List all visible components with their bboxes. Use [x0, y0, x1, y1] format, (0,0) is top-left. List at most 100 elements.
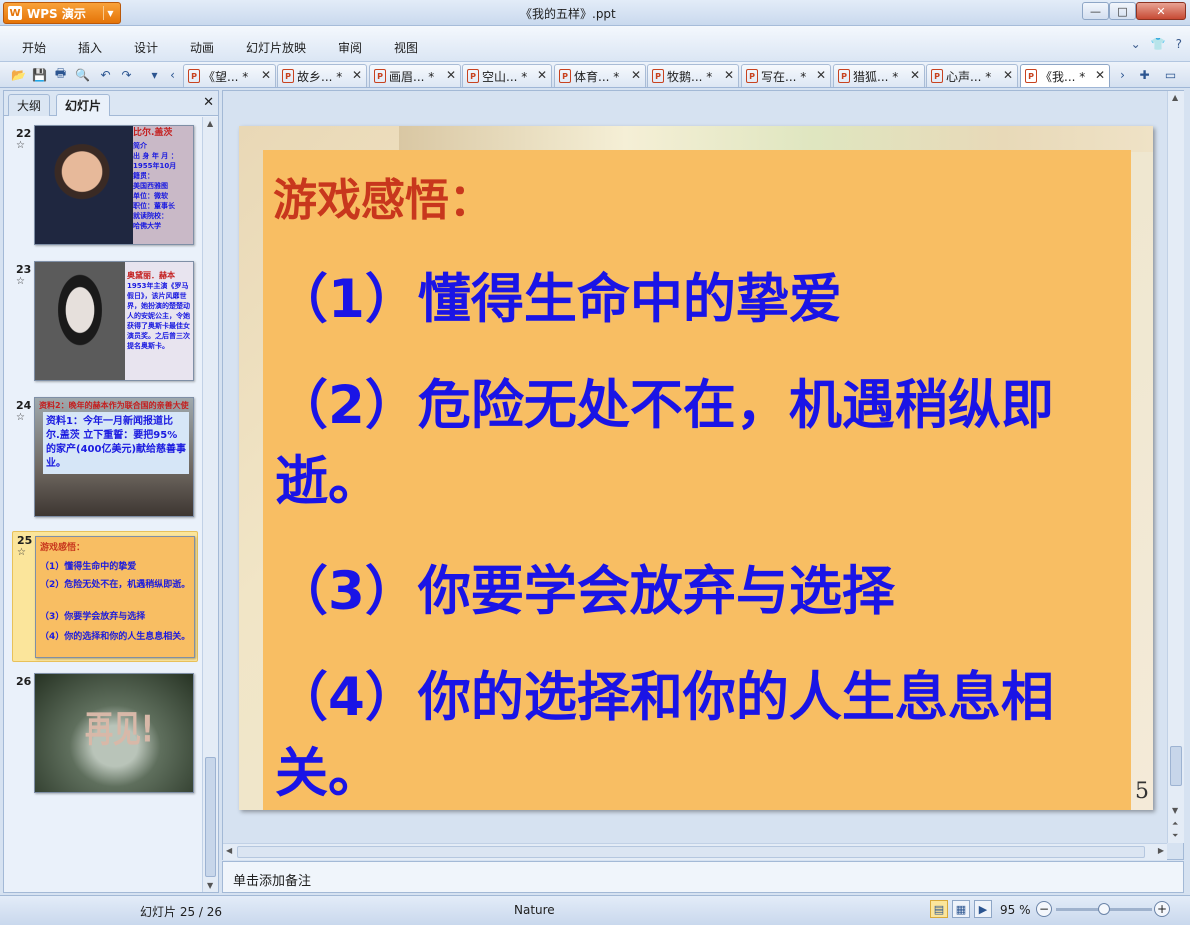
doc-tab-active[interactable]: P 《我... * ✕ [1020, 64, 1110, 87]
thumb-heading: 游戏感悟： [40, 543, 86, 553]
scroll-up-icon[interactable]: ▲ [207, 119, 213, 128]
slide-thumbnail-24[interactable]: 24 ☆ 资料2：晚年的赫本作为联合国的亲善大使 资料1：今年一月新闻报道比尔.… [12, 397, 198, 521]
doc-tab[interactable]: P 体育... * ✕ [554, 64, 646, 87]
thumb-line: （1）懂得生命中的挚爱 [40, 562, 137, 572]
zoom-out-icon[interactable]: − [1036, 901, 1052, 917]
doc-tab-label: 猎狐... * [853, 69, 899, 84]
zoom-in-icon[interactable]: + [1154, 901, 1170, 917]
doc-tab[interactable]: P 故乡... * ✕ [277, 64, 367, 87]
ppt-file-icon: P [467, 69, 479, 83]
open-folder-icon[interactable]: 📂 [10, 66, 27, 83]
slide-number: 24 [16, 399, 32, 412]
tab-scroll-right-icon[interactable]: › [1114, 66, 1131, 83]
normal-view-icon[interactable]: ▤ [930, 900, 948, 918]
current-slide[interactable]: 游戏感悟： （1）懂得生命中的挚爱 （2）危险无处不在，机遇稍纵即逝。 （3）你… [239, 126, 1153, 810]
close-icon[interactable]: ✕ [537, 68, 547, 82]
scroll-thumb[interactable] [205, 757, 216, 877]
previous-slide-icon[interactable]: ⏶ [1172, 819, 1178, 829]
scroll-up-icon[interactable]: ▲ [1172, 93, 1178, 102]
maximize-button[interactable]: □ [1109, 2, 1136, 20]
doc-tab[interactable]: P 写在... * ✕ [741, 64, 831, 87]
zoom-level: 95 % [1000, 903, 1031, 917]
tab-slides[interactable]: 幻灯片 [56, 94, 111, 116]
portrait-image [35, 126, 133, 244]
scroll-down-icon[interactable]: ▼ [1172, 806, 1178, 815]
next-slide-icon[interactable]: ⏷ [1172, 831, 1178, 841]
close-icon[interactable]: ✕ [910, 68, 920, 82]
close-icon[interactable]: ✕ [261, 68, 271, 82]
close-icon[interactable]: ✕ [352, 68, 362, 82]
save-icon[interactable]: 💾 [31, 66, 48, 83]
chevron-down-icon: ▼ [103, 6, 117, 20]
close-icon[interactable]: ✕ [631, 68, 641, 82]
close-icon[interactable]: ✕ [446, 68, 456, 82]
slide-number: 26 [16, 675, 32, 688]
menu-insert[interactable]: 插入 [78, 39, 102, 56]
scroll-thumb[interactable] [1170, 746, 1182, 786]
slides-pane: 大纲 幻灯片 ✕ 22 ☆ 比尔.盖茨 简介 出 身 年 月 ： 1955年10… [3, 90, 219, 893]
doc-tab-label: 《望... * [203, 69, 249, 84]
doc-tab[interactable]: P 心声... * ✕ [926, 64, 1018, 87]
slide-sorter-view-icon[interactable]: ▦ [952, 900, 970, 918]
scroll-left-icon[interactable]: ◀ [226, 846, 232, 855]
doc-tab[interactable]: P 牧鹅... * ✕ [647, 64, 739, 87]
close-icon[interactable]: ✕ [724, 68, 734, 82]
close-icon[interactable]: ✕ [1095, 68, 1105, 82]
doc-tab[interactable]: P 猎狐... * ✕ [833, 64, 925, 87]
portrait-image [35, 262, 125, 380]
thumb-caption: 再见! [85, 707, 154, 751]
close-icon[interactable]: ✕ [203, 95, 214, 110]
animation-star-icon: ☆ [16, 412, 25, 423]
close-window-button[interactable]: ✕ [1136, 2, 1186, 20]
new-tab-icon[interactable]: ✚ [1136, 66, 1153, 83]
scroll-right-icon[interactable]: ▶ [1158, 846, 1164, 855]
slide-thumbnail-26[interactable]: 26 再见! [12, 673, 198, 797]
minimize-button[interactable]: — [1082, 2, 1109, 20]
thumbnail-scrollbar[interactable]: ▲ ▼ [202, 117, 218, 892]
slide-thumbnail-22[interactable]: 22 ☆ 比尔.盖茨 简介 出 身 年 月 ： 1955年10月 籍贯： 美国西… [12, 125, 198, 249]
menu-animation[interactable]: 动画 [190, 39, 214, 56]
print-icon[interactable]: 🖶 [52, 66, 69, 83]
slide-preview: 比尔.盖茨 简介 出 身 年 月 ： 1955年10月 籍贯： 美国西雅图 单位… [34, 125, 194, 245]
menu-design[interactable]: 设计 [134, 39, 158, 56]
quick-toolbar: 📂 💾 🖶 🔍 ↶ ↷ ▾ ‹ P 《望... * ✕ P 故乡... * ✕ … [0, 62, 1190, 88]
scroll-thumb[interactable] [237, 846, 1145, 858]
undo-icon[interactable]: ↶ [97, 66, 114, 83]
scroll-down-icon[interactable]: ▼ [207, 881, 213, 890]
tab-list-icon[interactable]: ▭ [1162, 66, 1179, 83]
doc-tab-label: 心声... * [946, 69, 992, 84]
horizontal-scrollbar[interactable]: ◀ ▶ [223, 843, 1167, 860]
tab-scroll-left-icon[interactable]: ‹ [164, 66, 181, 83]
slide-content-box[interactable]: 游戏感悟： （1）懂得生命中的挚爱 （2）危险无处不在，机遇稍纵即逝。 （3）你… [263, 150, 1131, 810]
menu-view[interactable]: 视图 [394, 39, 418, 56]
slide-thumbnail-25[interactable]: 25 ☆ 游戏感悟： （1）懂得生命中的挚爱 （2）危险无处不在，机遇稍纵即逝。… [12, 531, 198, 662]
doc-tab[interactable]: P 画眉... * ✕ [369, 64, 461, 87]
ppt-file-icon: P [652, 69, 664, 83]
doc-tab[interactable]: P 空山... * ✕ [462, 64, 552, 87]
slide-point-1: （1）懂得生命中的挚爱 [275, 269, 842, 330]
doc-tab-label: 《我... * [1040, 69, 1086, 84]
customize-toolbar-icon[interactable]: ▾ [146, 66, 163, 83]
menu-review[interactable]: 审阅 [338, 39, 362, 56]
close-icon[interactable]: ✕ [1003, 68, 1013, 82]
notes-pane[interactable]: 单击添加备注 [222, 861, 1184, 893]
close-icon[interactable]: ✕ [816, 68, 826, 82]
slide-thumbnail-23[interactable]: 23 ☆ 奥黛丽．赫本 1953年主演《罗马假日》，该片风靡世界，她扮演的楚楚动… [12, 261, 198, 385]
slideshow-view-icon[interactable]: ▶ [974, 900, 992, 918]
thumb-title: 比尔.盖茨 [133, 128, 173, 138]
print-preview-icon[interactable]: 🔍 [74, 66, 91, 83]
zoom-slider-knob[interactable] [1098, 903, 1110, 915]
tab-outline[interactable]: 大纲 [8, 94, 51, 116]
help-icon[interactable]: ? [1176, 37, 1182, 51]
vertical-scrollbar[interactable]: ▲ ▼ ⏶ ⏷ [1167, 91, 1184, 843]
menu-home[interactable]: 开始 [22, 39, 46, 56]
slide-editor: 游戏感悟： （1）懂得生命中的挚爱 （2）危险无处不在，机遇稍纵即逝。 （3）你… [222, 90, 1184, 860]
shirt-icon[interactable]: 👕 [1151, 37, 1166, 51]
menu-slideshow[interactable]: 幻灯片放映 [246, 39, 306, 56]
chevron-down-icon[interactable]: ⌄ [1131, 37, 1141, 51]
doc-tab[interactable]: P 《望... * ✕ [183, 64, 276, 87]
app-menu-button[interactable]: W WPS 演示 ▼ [3, 2, 121, 24]
doc-tab-label: 体育... * [574, 69, 620, 84]
ppt-file-icon: P [282, 69, 294, 83]
redo-icon[interactable]: ↷ [118, 66, 135, 83]
